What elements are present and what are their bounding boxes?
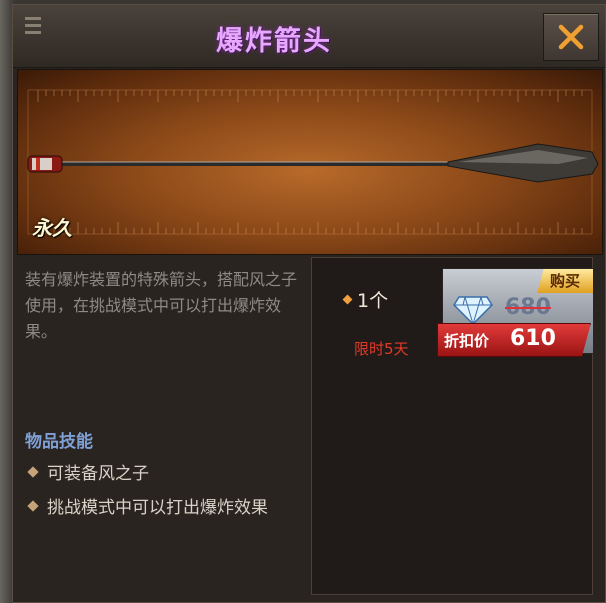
buy-button[interactable]: 购买 680 折扣价 610: [437, 268, 594, 357]
diamond-bullet-icon: [27, 465, 39, 478]
diamond-icon: [453, 296, 493, 325]
skill-item: 挑战模式中可以打出爆炸效果: [25, 493, 268, 518]
diamond-bullet-icon: [27, 499, 39, 512]
item-skills-heading: 物品技能: [25, 432, 93, 452]
title-bar: 爆炸箭头: [13, 5, 605, 68]
discount-price-bar: 折扣价 610: [437, 323, 591, 357]
buy-label: 购买: [537, 269, 593, 293]
diamond-bullet-icon: [342, 294, 353, 305]
quantity-option[interactable]: 1个: [342, 286, 389, 313]
item-title: 爆炸箭头: [216, 26, 332, 57]
permanent-badge: 永久: [32, 216, 72, 240]
item-detail-dialog: 爆炸箭头 永久 装有爆炸装置的特殊箭头，搭配风之子使用，在挑战模式中可以打出爆炸…: [12, 4, 606, 603]
quantity-label: 1个: [357, 290, 389, 312]
original-price: 680: [505, 295, 551, 320]
discount-price: 610: [510, 326, 556, 351]
explosive-arrow-icon: [27, 143, 599, 183]
discount-label: 折扣价: [444, 332, 490, 350]
item-description-panel: 装有爆炸装置的特殊箭头，搭配风之子使用，在挑战模式中可以打出爆炸效果。 物品技能…: [17, 257, 313, 597]
close-button[interactable]: [543, 13, 599, 61]
item-preview-banner: 永久: [17, 69, 603, 255]
time-limit-label: 限时5天: [354, 340, 409, 358]
skill-item-label: 挑战模式中可以打出爆炸效果: [47, 498, 268, 518]
skill-item: 可装备风之子: [25, 459, 149, 484]
skill-item-label: 可装备风之子: [47, 464, 149, 484]
close-icon: [558, 24, 584, 50]
purchase-panel: 1个 限时5天 购买 680 折扣价 610: [311, 257, 594, 595]
item-description: 装有爆炸装置的特殊箭头，搭配风之子使用，在挑战模式中可以打出爆炸效果。: [25, 270, 298, 341]
